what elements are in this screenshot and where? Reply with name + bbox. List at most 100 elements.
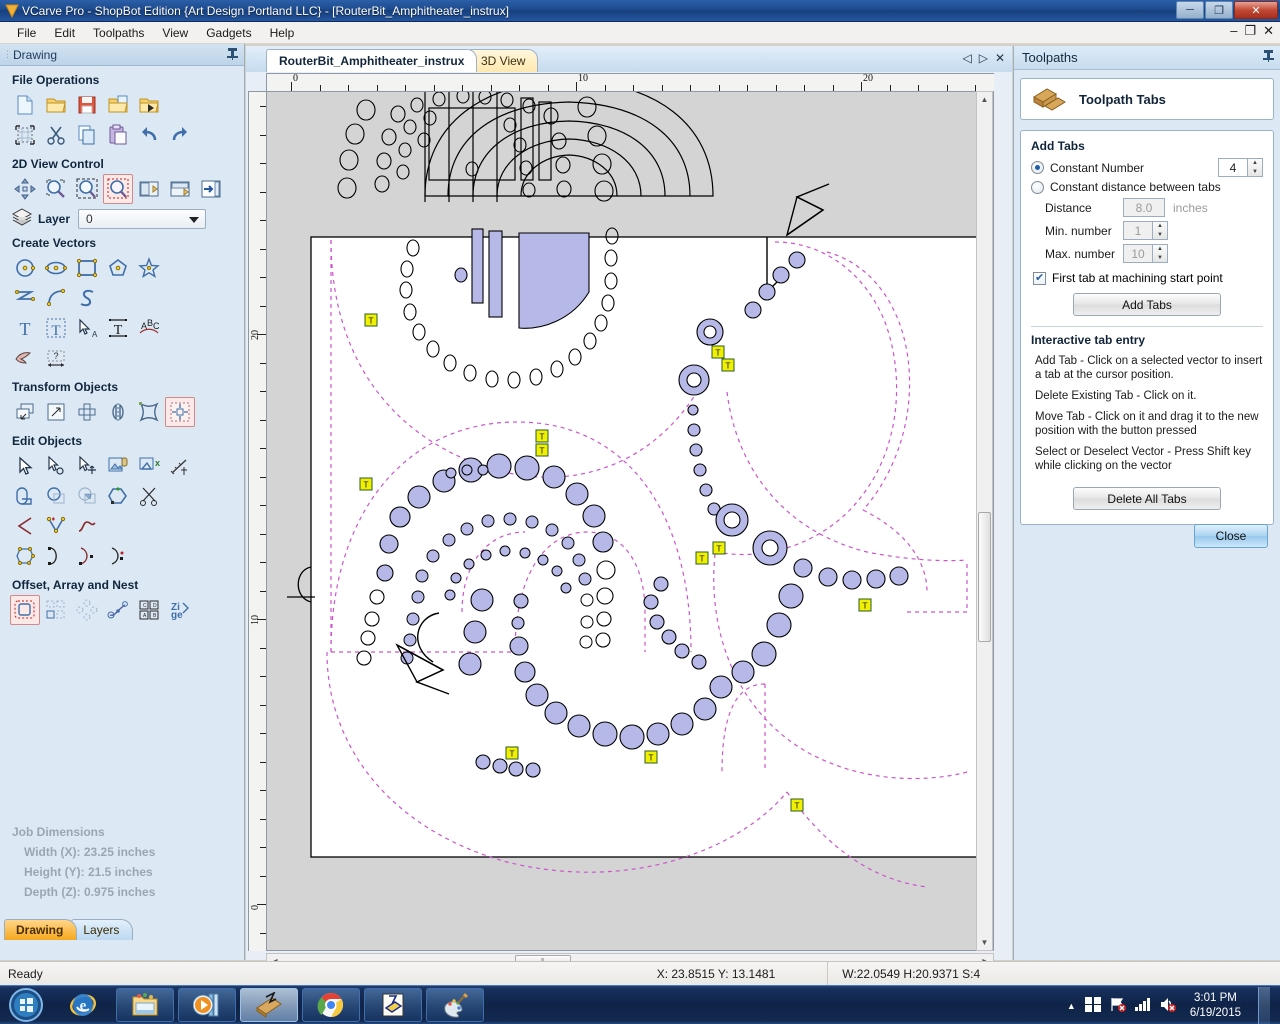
tab-3d-view[interactable]: 3D View	[468, 49, 539, 72]
mdi-minimize-button[interactable]: –	[1230, 24, 1237, 37]
menu-toolpaths[interactable]: Toolpaths	[84, 24, 153, 42]
delete-all-tabs-button[interactable]: Delete All Tabs	[1073, 487, 1221, 510]
toggle-right-pane-icon[interactable]	[196, 174, 226, 204]
scroll-down-icon[interactable]: ▼	[977, 935, 992, 950]
star-icon[interactable]	[134, 253, 164, 283]
horizontal-ruler[interactable]: 0 10 20	[266, 73, 994, 91]
min-number-stepper[interactable]: 1 ▲ ▼	[1123, 221, 1168, 240]
constant-distance-row[interactable]: Constant distance between tabs	[1031, 180, 1263, 194]
layer-select[interactable]: 0	[78, 208, 207, 229]
rotate-icon[interactable]	[72, 397, 102, 427]
google-chrome-icon[interactable]	[302, 988, 360, 1022]
vertical-ruler[interactable]: 0 10 20	[248, 91, 266, 951]
max-number-spin-buttons[interactable]: ▲ ▼	[1153, 244, 1168, 263]
join-vectors-icon[interactable]	[41, 511, 71, 541]
constant-number-row[interactable]: Constant Number 4 ▲ ▼	[1031, 158, 1263, 177]
polyline-icon[interactable]	[10, 283, 40, 313]
mirror-icon[interactable]	[103, 397, 133, 427]
start-point-icon[interactable]	[41, 541, 71, 571]
clock[interactable]: 3:01 PM 6/19/2015	[1190, 991, 1241, 1021]
vcarve-pro-icon[interactable]	[240, 988, 298, 1022]
paste-icon[interactable]	[103, 120, 133, 150]
undo-icon[interactable]	[134, 120, 164, 150]
insert-point-icon[interactable]	[72, 541, 102, 571]
new-file-icon[interactable]	[10, 90, 40, 120]
text-on-curve-icon[interactable]: T	[103, 313, 133, 343]
start-orb-icon[interactable]	[2, 987, 50, 1023]
windows-media-player-icon[interactable]	[178, 988, 236, 1022]
move-icon[interactable]	[10, 397, 40, 427]
distort-icon[interactable]	[134, 397, 164, 427]
minimize-button[interactable]: ─	[1176, 1, 1204, 19]
close-tab-icon[interactable]: ✕	[995, 51, 1005, 65]
move-node-icon[interactable]	[72, 451, 102, 481]
scale-icon[interactable]	[41, 397, 71, 427]
group-icon[interactable]	[103, 451, 133, 481]
close-panel-button[interactable]: Close	[1194, 524, 1268, 548]
select-all-icon[interactable]	[10, 120, 40, 150]
next-tab-icon[interactable]: ▷	[979, 51, 988, 65]
subtract-icon[interactable]	[41, 481, 71, 511]
circle-icon[interactable]	[10, 253, 40, 283]
polygon-icon[interactable]	[103, 253, 133, 283]
prev-tab-icon[interactable]: ◁	[962, 51, 971, 65]
menu-file[interactable]: File	[8, 24, 45, 42]
toggle-left-pane-icon[interactable]	[134, 174, 164, 204]
drag-grip-icon[interactable]: ⋮⋮	[3, 49, 20, 60]
text-arc-icon[interactable]: ABC	[134, 313, 164, 343]
dimension-icon[interactable]: ?	[41, 343, 71, 373]
trace-bitmap-icon[interactable]	[10, 343, 40, 373]
smooth-curve-icon[interactable]	[72, 511, 102, 541]
redo-icon[interactable]	[165, 120, 195, 150]
internet-explorer-icon[interactable]: e	[54, 988, 112, 1022]
curve-icon[interactable]	[72, 283, 102, 313]
scroll-up-icon[interactable]: ▲	[977, 92, 992, 107]
chevron-down-icon[interactable]	[189, 216, 200, 223]
tab-drawing[interactable]: Drawing	[4, 919, 78, 940]
menu-gadgets[interactable]: Gadgets	[197, 24, 260, 42]
text-select-icon[interactable]: AB	[72, 313, 102, 343]
import-icon[interactable]	[134, 90, 164, 120]
ellipse-icon[interactable]	[41, 253, 71, 283]
first-tab-checkbox[interactable]	[1033, 271, 1046, 285]
constant-number-radio[interactable]	[1031, 161, 1044, 174]
block-copy-icon[interactable]: CDAB	[134, 595, 164, 625]
network-icon[interactable]	[1110, 997, 1126, 1015]
split-vector-icon[interactable]	[103, 541, 133, 571]
constant-number-value[interactable]: 4	[1218, 158, 1248, 177]
constant-distance-radio[interactable]	[1031, 180, 1044, 194]
toggle-top-pane-icon[interactable]	[165, 174, 195, 204]
array-copy-icon[interactable]	[41, 595, 71, 625]
copy-along-curve-icon[interactable]	[103, 595, 133, 625]
signal-icon[interactable]	[1134, 997, 1151, 1014]
pin-icon[interactable]	[1263, 50, 1274, 65]
pan-icon[interactable]	[10, 174, 40, 204]
spin-up-icon[interactable]: ▲	[1153, 245, 1167, 254]
add-tabs-button[interactable]: Add Tabs	[1073, 293, 1221, 316]
menu-help[interactable]: Help	[261, 24, 304, 42]
constant-number-spin-buttons[interactable]: ▲ ▼	[1248, 158, 1263, 177]
canvas-vertical-scrollbar[interactable]: ▲ ▼	[976, 91, 993, 951]
volume-muted-icon[interactable]	[1160, 997, 1177, 1015]
spin-down-icon[interactable]: ▼	[1153, 231, 1167, 240]
nest-icon[interactable]: Zi ge	[165, 595, 195, 625]
close-vector-icon[interactable]	[103, 481, 133, 511]
tab-layers[interactable]: Layers	[71, 919, 134, 940]
action-center-icon[interactable]	[1084, 996, 1101, 1015]
max-number-stepper[interactable]: 10 ▲ ▼	[1123, 244, 1168, 263]
max-number-value[interactable]: 10	[1123, 244, 1153, 263]
text-icon[interactable]: T	[10, 313, 40, 343]
mdi-restore-button[interactable]: ❐	[1244, 24, 1256, 37]
fillet-icon[interactable]	[10, 511, 40, 541]
constant-number-stepper[interactable]: 4 ▲ ▼	[1218, 158, 1263, 177]
paint-icon[interactable]	[426, 988, 484, 1022]
spin-up-icon[interactable]: ▲	[1153, 222, 1167, 231]
arc-icon[interactable]	[41, 283, 71, 313]
weld-icon[interactable]	[10, 481, 40, 511]
distance-input[interactable]: 8.0	[1123, 198, 1165, 217]
close-button[interactable]: ✕	[1234, 1, 1278, 19]
menu-view[interactable]: View	[153, 24, 197, 42]
windows-explorer-icon[interactable]	[116, 988, 174, 1022]
cut-icon[interactable]	[41, 120, 71, 150]
zoom-selected-icon[interactable]	[103, 174, 133, 204]
